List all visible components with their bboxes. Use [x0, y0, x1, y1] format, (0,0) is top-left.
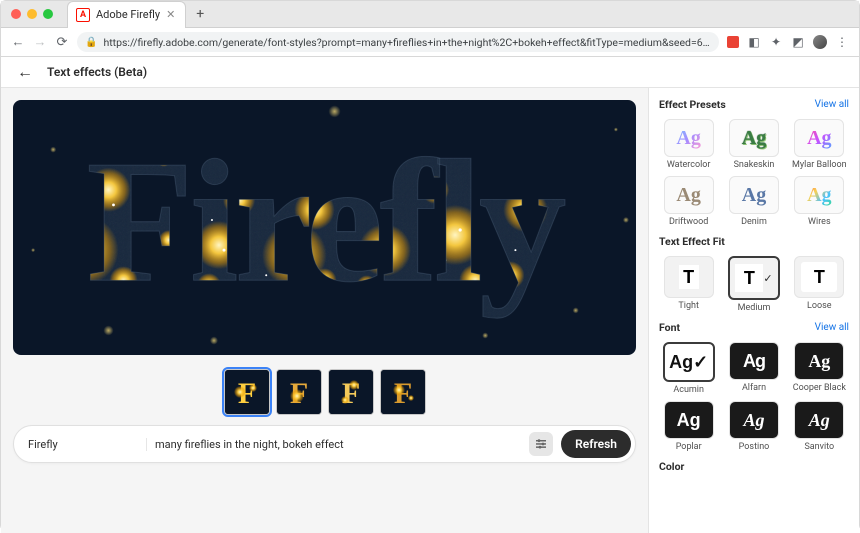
- back-button[interactable]: ←: [17, 62, 33, 82]
- adobe-favicon-icon: A: [76, 8, 90, 22]
- extension-icon[interactable]: ◧: [747, 35, 761, 49]
- check-icon: ✓: [763, 272, 772, 285]
- address-bar[interactable]: 🔒 https://firefly.adobe.com/generate/fon…: [77, 32, 719, 52]
- address-url: https://firefly.adobe.com/generate/font-…: [103, 36, 711, 49]
- prompt-bar: Firefly many fireflies in the night, bok…: [13, 425, 636, 463]
- browser-tab[interactable]: A Adobe Firefly ✕: [67, 1, 186, 28]
- preview-canvas[interactable]: Firefly: [13, 100, 636, 355]
- nav-reload-icon[interactable]: ⟳: [55, 35, 69, 50]
- browser-menu-icon[interactable]: ⋮: [835, 35, 849, 49]
- prompt-description-input[interactable]: many fireflies in the night, bokeh effec…: [155, 438, 521, 451]
- fullscreen-window-icon[interactable]: [43, 9, 53, 19]
- effect-presets-title: Effect Presets: [659, 98, 726, 111]
- svg-text:Firefly: Firefly: [86, 124, 565, 319]
- variant-thumb-1[interactable]: F: [224, 369, 270, 415]
- font-alfarn[interactable]: Ag Alfarn: [724, 342, 783, 395]
- fit-tight[interactable]: T Tight: [659, 256, 718, 313]
- new-tab-button[interactable]: +: [192, 6, 208, 22]
- app-header: ← Text effects (Beta): [1, 57, 859, 88]
- nav-back-icon[interactable]: ←: [11, 34, 25, 50]
- preset-mylar-balloon[interactable]: Ag Mylar Balloon: [790, 119, 849, 170]
- extensions-menu-icon[interactable]: ✦: [769, 35, 783, 49]
- close-window-icon[interactable]: [11, 9, 21, 19]
- font-acumin[interactable]: Ag✓ Acumin: [659, 342, 718, 395]
- fit-loose[interactable]: T Loose: [790, 256, 849, 313]
- font-title: Font: [659, 321, 680, 334]
- font-sanvito[interactable]: Ag Sanvito: [790, 401, 849, 452]
- properties-panel: Effect Presets View all Ag Watercolor Ag…: [648, 88, 859, 533]
- check-icon: ✓: [693, 352, 708, 373]
- browser-extensions: ◧ ✦ ◩ ⋮: [727, 35, 849, 49]
- effect-presets-header: Effect Presets View all: [659, 98, 849, 111]
- variant-row: F F F F: [13, 369, 636, 415]
- font-postino[interactable]: Ag Postino: [724, 401, 783, 452]
- main-column: Firefly: [1, 88, 648, 533]
- browser-tab-title: Adobe Firefly: [96, 8, 160, 21]
- variant-thumb-2[interactable]: F: [276, 369, 322, 415]
- extension-icon[interactable]: ◩: [791, 35, 805, 49]
- effect-presets-grid: Ag Watercolor Ag Snakeskin Ag Mylar Ball…: [659, 119, 849, 227]
- fit-title: Text Effect Fit: [659, 235, 725, 248]
- workspace: Firefly: [1, 88, 859, 533]
- preset-watercolor[interactable]: Ag Watercolor: [659, 119, 718, 170]
- preset-denim[interactable]: Ag Denim: [724, 176, 783, 227]
- variant-thumb-3[interactable]: F: [328, 369, 374, 415]
- preset-wires[interactable]: Ag Wires: [790, 176, 849, 227]
- color-title: Color: [659, 460, 684, 473]
- profile-avatar[interactable]: [813, 35, 827, 49]
- font-poplar[interactable]: Ag Poplar: [659, 401, 718, 452]
- effect-presets-view-all[interactable]: View all: [815, 99, 849, 110]
- preset-snakeskin[interactable]: Ag Snakeskin: [724, 119, 783, 170]
- variant-thumb-4[interactable]: F: [380, 369, 426, 415]
- window-titlebar: A Adobe Firefly ✕ +: [1, 1, 859, 28]
- prompt-settings-icon[interactable]: [529, 432, 553, 456]
- lock-icon: 🔒: [85, 37, 97, 48]
- window-controls: [11, 9, 53, 19]
- preset-driftwood[interactable]: Ag Driftwood: [659, 176, 718, 227]
- font-view-all[interactable]: View all: [815, 322, 849, 333]
- fit-grid: T Tight T✓ Medium T Loose: [659, 256, 849, 313]
- minimize-window-icon[interactable]: [27, 9, 37, 19]
- font-grid: Ag✓ Acumin Ag Alfarn Ag Cooper Black Ag …: [659, 342, 849, 452]
- refresh-button[interactable]: Refresh: [561, 430, 631, 458]
- page-title: Text effects (Beta): [47, 65, 147, 79]
- refresh-button-label: Refresh: [575, 437, 617, 451]
- fit-header: Text Effect Fit: [659, 235, 849, 248]
- prompt-text-input[interactable]: Firefly: [28, 438, 147, 451]
- extension-icon[interactable]: [727, 36, 739, 48]
- browser-toolbar: ← → ⟳ 🔒 https://firefly.adobe.com/genera…: [1, 28, 859, 57]
- close-tab-icon[interactable]: ✕: [166, 8, 175, 21]
- fit-medium[interactable]: T✓ Medium: [724, 256, 783, 313]
- color-header: Color: [659, 460, 849, 473]
- font-header: Font View all: [659, 321, 849, 334]
- nav-forward-icon[interactable]: →: [33, 34, 47, 50]
- font-cooper-black[interactable]: Ag Cooper Black: [790, 342, 849, 395]
